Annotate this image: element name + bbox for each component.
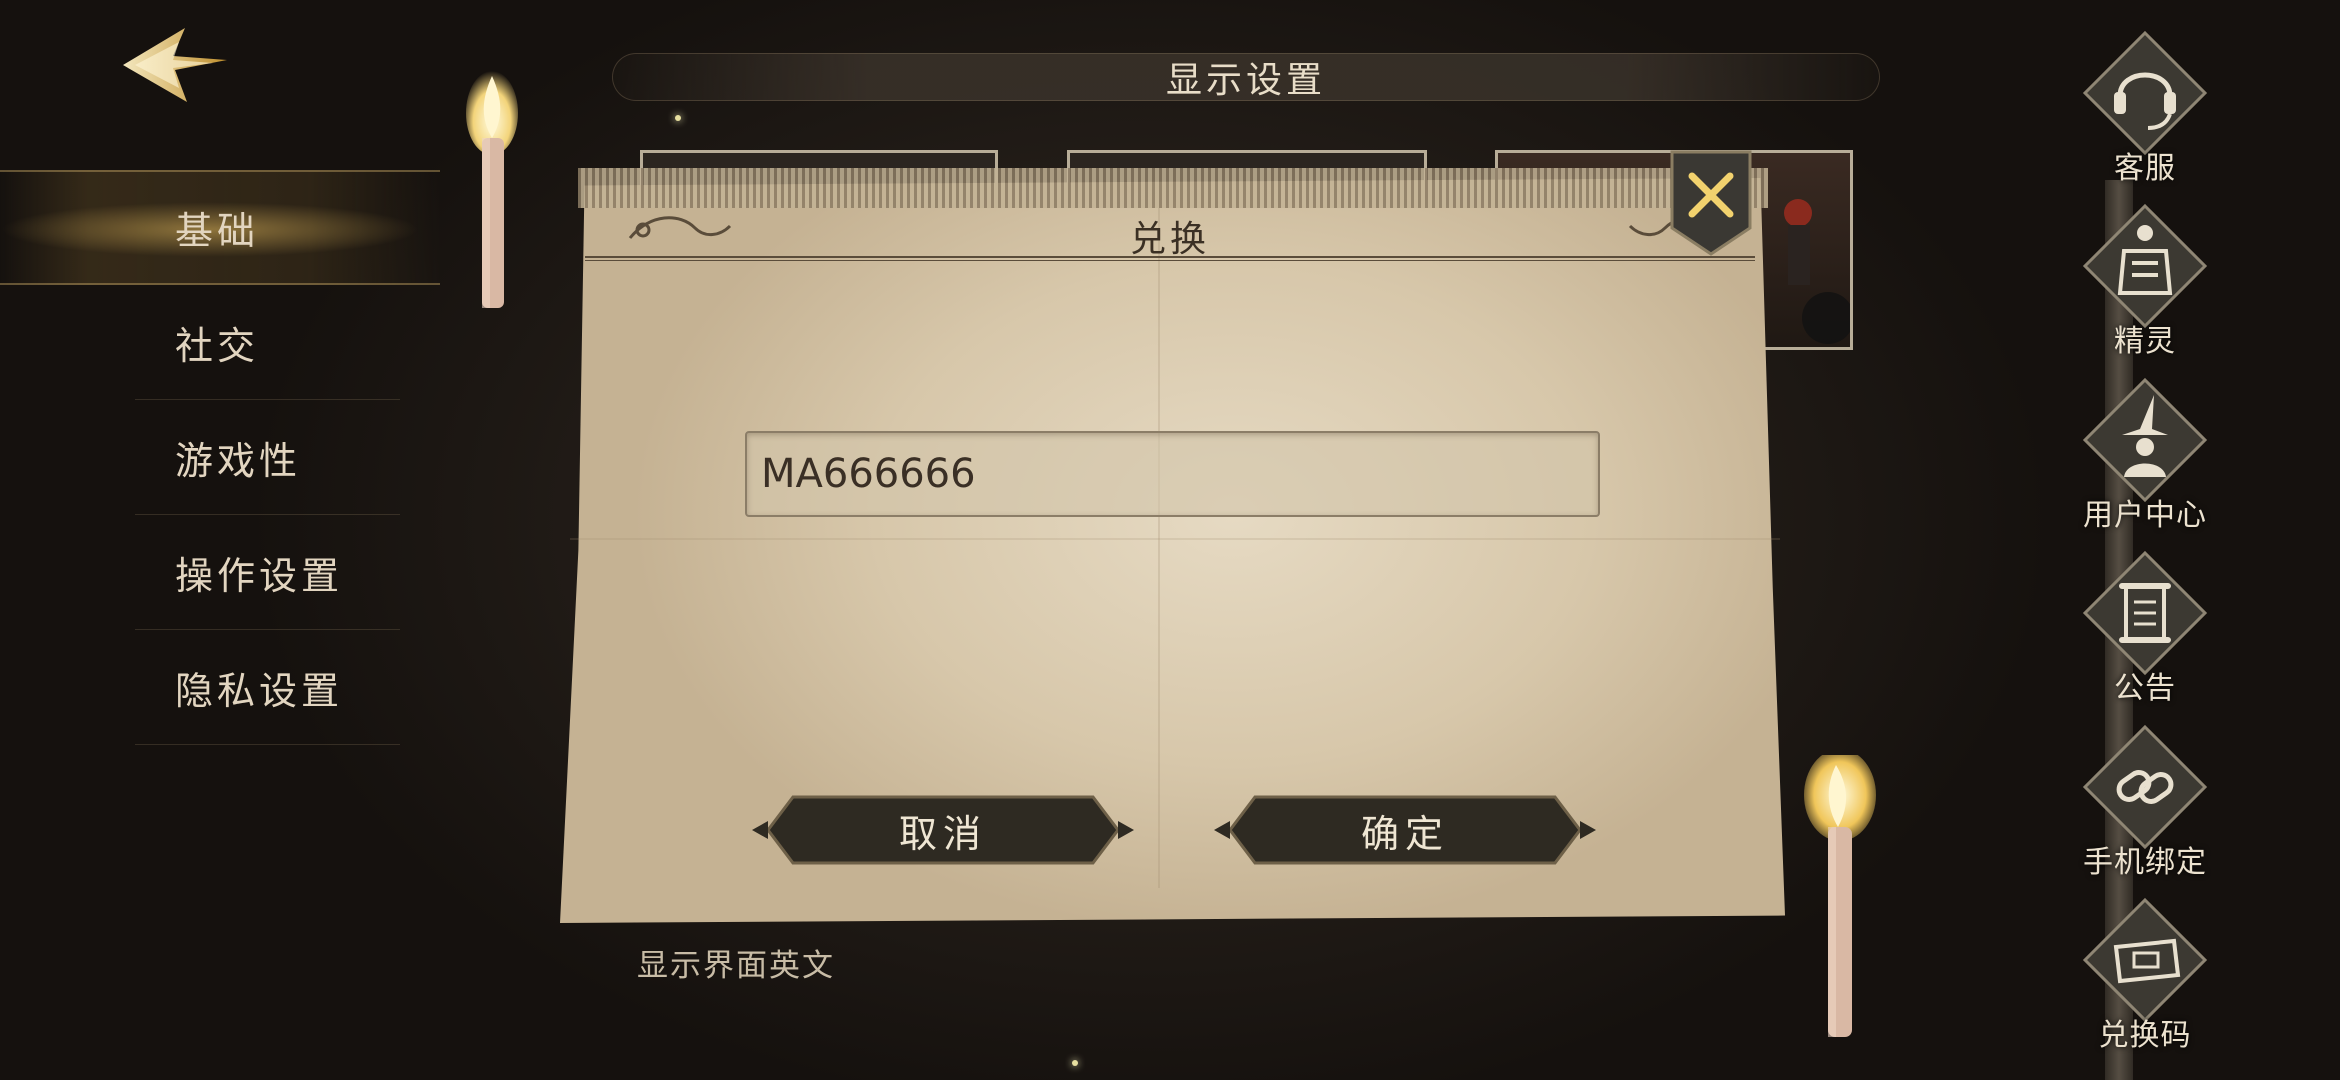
rail-label: 用户中心	[2083, 498, 2207, 533]
page-title-bar: 显示设置	[612, 53, 1880, 101]
confirm-button-label: 确定	[1360, 811, 1449, 856]
game-settings-screen: 基础 社交 游戏性 操作设置 隐私设置 显示设置 兑换 MA666666 取消 …	[0, 0, 2340, 1080]
sidebar-item-label: 游戏性	[175, 439, 302, 483]
redeem-code-button[interactable]: 兑换码	[2070, 897, 2220, 1067]
page-title: 显示设置	[1165, 60, 1326, 101]
elf-button[interactable]: 精灵	[2070, 203, 2220, 373]
dialog-title: 兑换	[1129, 219, 1210, 260]
cancel-button[interactable]: 取消	[748, 791, 1138, 869]
announcement-button[interactable]: 公告	[2070, 550, 2220, 720]
redeem-code-input[interactable]	[745, 431, 1600, 517]
scroll-icon	[2082, 550, 2208, 676]
rail-label: 公告	[2114, 671, 2176, 706]
close-button[interactable]	[1668, 148, 1754, 258]
paper-fold	[1158, 208, 1160, 888]
confirm-button[interactable]: 确定	[1210, 791, 1600, 869]
sidebar-item-label: 社交	[175, 324, 260, 368]
headset-icon	[2082, 30, 2208, 156]
sidebar-item-label: 操作设置	[175, 554, 344, 598]
cancel-button-label: 取消	[898, 811, 987, 856]
phone-binding-button[interactable]: 手机绑定	[2070, 724, 2220, 894]
chain-link-icon	[2082, 724, 2208, 850]
user-center-button[interactable]: 用户中心	[2070, 377, 2220, 547]
divider	[135, 744, 400, 745]
sidebar-item-gameplay[interactable]: 游戏性	[0, 400, 440, 515]
rail-label: 客服	[2114, 151, 2176, 186]
rail-label: 兑换码	[2098, 1018, 2192, 1053]
sparkle	[675, 115, 681, 121]
house-elf-icon	[2082, 203, 2208, 329]
sidebar-item-label: 隐私设置	[175, 669, 344, 713]
title-divider	[585, 256, 1755, 261]
display-english-label: 显示界面英文	[637, 948, 835, 984]
redeem-dialog: 兑换 取消 确定	[530, 148, 1810, 928]
candle-decoration	[1804, 755, 1876, 1037]
sidebar-item-basic[interactable]: 基础	[0, 170, 440, 285]
back-arrow-icon	[123, 28, 227, 102]
sidebar-item-privacy[interactable]: 隐私设置	[0, 630, 440, 745]
candle-decoration	[466, 71, 518, 308]
sidebar-item-label: 基础	[175, 209, 260, 253]
dialog-title-band	[578, 168, 1768, 208]
wizard-hat-icon	[2082, 377, 2208, 503]
close-icon	[1670, 150, 1752, 256]
sparkle	[1072, 1060, 1078, 1066]
sidebar-item-controls[interactable]: 操作设置	[0, 515, 440, 630]
customer-service-button[interactable]: 客服	[2070, 30, 2220, 200]
dialog-paper-background	[560, 178, 1785, 923]
paper-fold	[570, 538, 1780, 540]
back-button[interactable]	[115, 20, 235, 110]
sidebar-item-social[interactable]: 社交	[0, 285, 440, 400]
rail-label: 手机绑定	[2083, 845, 2207, 880]
settings-sidebar: 基础 社交 游戏性 操作设置 隐私设置	[0, 170, 440, 745]
ticket-icon	[2082, 897, 2208, 1023]
rail-label: 精灵	[2114, 324, 2176, 359]
